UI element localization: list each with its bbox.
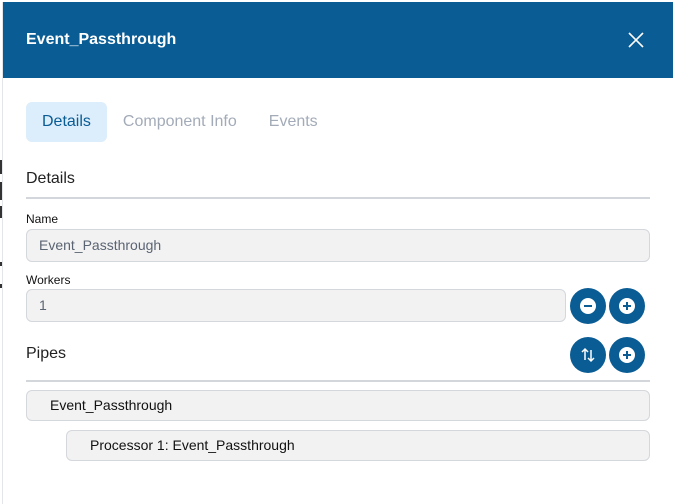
modal-title: Event_Passthrough xyxy=(26,31,177,48)
name-label: Name xyxy=(26,212,59,226)
decrement-workers-button[interactable] xyxy=(570,288,606,324)
plus-circle-icon xyxy=(619,347,635,363)
tab-events[interactable]: Events xyxy=(253,102,334,142)
details-divider xyxy=(26,197,650,199)
event-passthrough-modal: Event_Passthrough Details Component Info… xyxy=(2,2,673,504)
processor-list-item[interactable]: Processor 1: Event_Passthrough xyxy=(66,430,650,461)
pipes-section-title: Pipes xyxy=(26,345,67,362)
increment-workers-button[interactable] xyxy=(609,288,645,324)
name-input[interactable]: Event_Passthrough xyxy=(26,229,650,262)
minus-circle-icon xyxy=(580,298,596,314)
workers-input[interactable]: 1 xyxy=(26,289,566,322)
sort-pipes-button[interactable] xyxy=(570,337,606,373)
tab-component-info[interactable]: Component Info xyxy=(107,102,253,142)
sort-arrows-icon xyxy=(581,347,595,363)
plus-circle-icon xyxy=(619,298,635,314)
close-icon xyxy=(628,32,644,48)
pipe-list-item[interactable]: Event_Passthrough xyxy=(26,390,650,421)
workers-label: Workers xyxy=(26,273,71,287)
details-section-title: Details xyxy=(26,170,75,187)
tab-details[interactable]: Details xyxy=(26,102,107,142)
pipes-divider xyxy=(26,380,650,382)
close-button[interactable] xyxy=(627,31,645,49)
add-pipe-button[interactable] xyxy=(609,337,645,373)
tab-bar: Details Component Info Events xyxy=(26,102,334,142)
modal-header: Event_Passthrough xyxy=(3,2,673,78)
